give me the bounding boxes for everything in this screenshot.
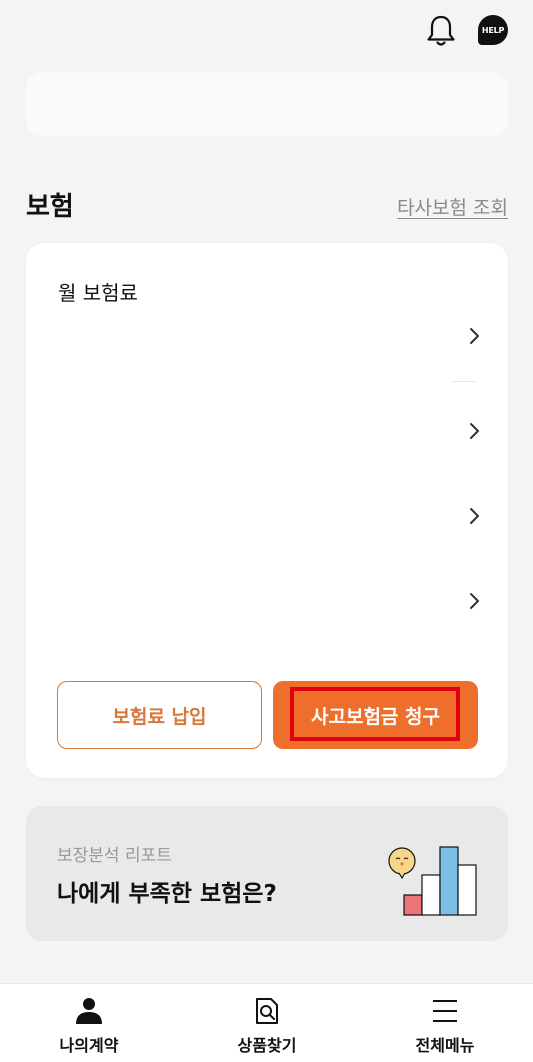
chevron-right-icon[interactable] (469, 422, 481, 440)
report-title: 나에게 부족한 보험은? (57, 881, 277, 907)
nav-label: 전체메뉴 (415, 1036, 475, 1055)
chevron-right-icon[interactable] (469, 592, 481, 610)
pay-premium-button[interactable]: 보험료 납입 (57, 681, 262, 749)
chevron-right-icon[interactable] (469, 507, 481, 525)
insurance-card: 월 보험료 보험료 납입 사고보험금 청구 (26, 243, 508, 778)
other-insurance-link[interactable]: 타사보험 조회 (397, 193, 508, 220)
divider (452, 381, 476, 382)
bell-icon[interactable] (425, 14, 457, 48)
help-label: HELP (481, 25, 505, 35)
nav-item-all-menu[interactable]: 전체메뉴 (356, 984, 533, 1062)
nav-item-my-contracts[interactable]: 나의계약 (0, 984, 178, 1062)
report-subtitle: 보장분석 리포트 (57, 846, 172, 866)
coverage-report-card[interactable]: 보장분석 리포트 나에게 부족한 보험은? (26, 806, 508, 941)
help-bubble-icon[interactable]: HELP (478, 15, 508, 45)
menu-icon (433, 1000, 457, 1022)
nav-label: 상품찾기 (237, 1036, 297, 1055)
section-title: 보험 (26, 192, 74, 222)
nav-label: 나의계약 (59, 1036, 119, 1055)
chevron-right-icon[interactable] (469, 327, 481, 345)
monthly-premium-label: 월 보험료 (58, 281, 138, 305)
nav-item-find-products[interactable]: 상품찾기 (178, 984, 356, 1062)
blank-banner-card (26, 72, 508, 136)
bar-chart-character-icon (388, 846, 477, 916)
claim-insurance-button[interactable]: 사고보험금 청구 (273, 681, 478, 749)
claim-insurance-label: 사고보험금 청구 (311, 705, 440, 728)
person-icon (76, 998, 102, 1024)
search-document-icon (256, 998, 278, 1024)
top-bar: HELP (0, 0, 533, 64)
bottom-nav: 나의계약 상품찾기 전체메뉴 (0, 983, 533, 1062)
pay-premium-label: 보험료 납입 (112, 705, 207, 728)
